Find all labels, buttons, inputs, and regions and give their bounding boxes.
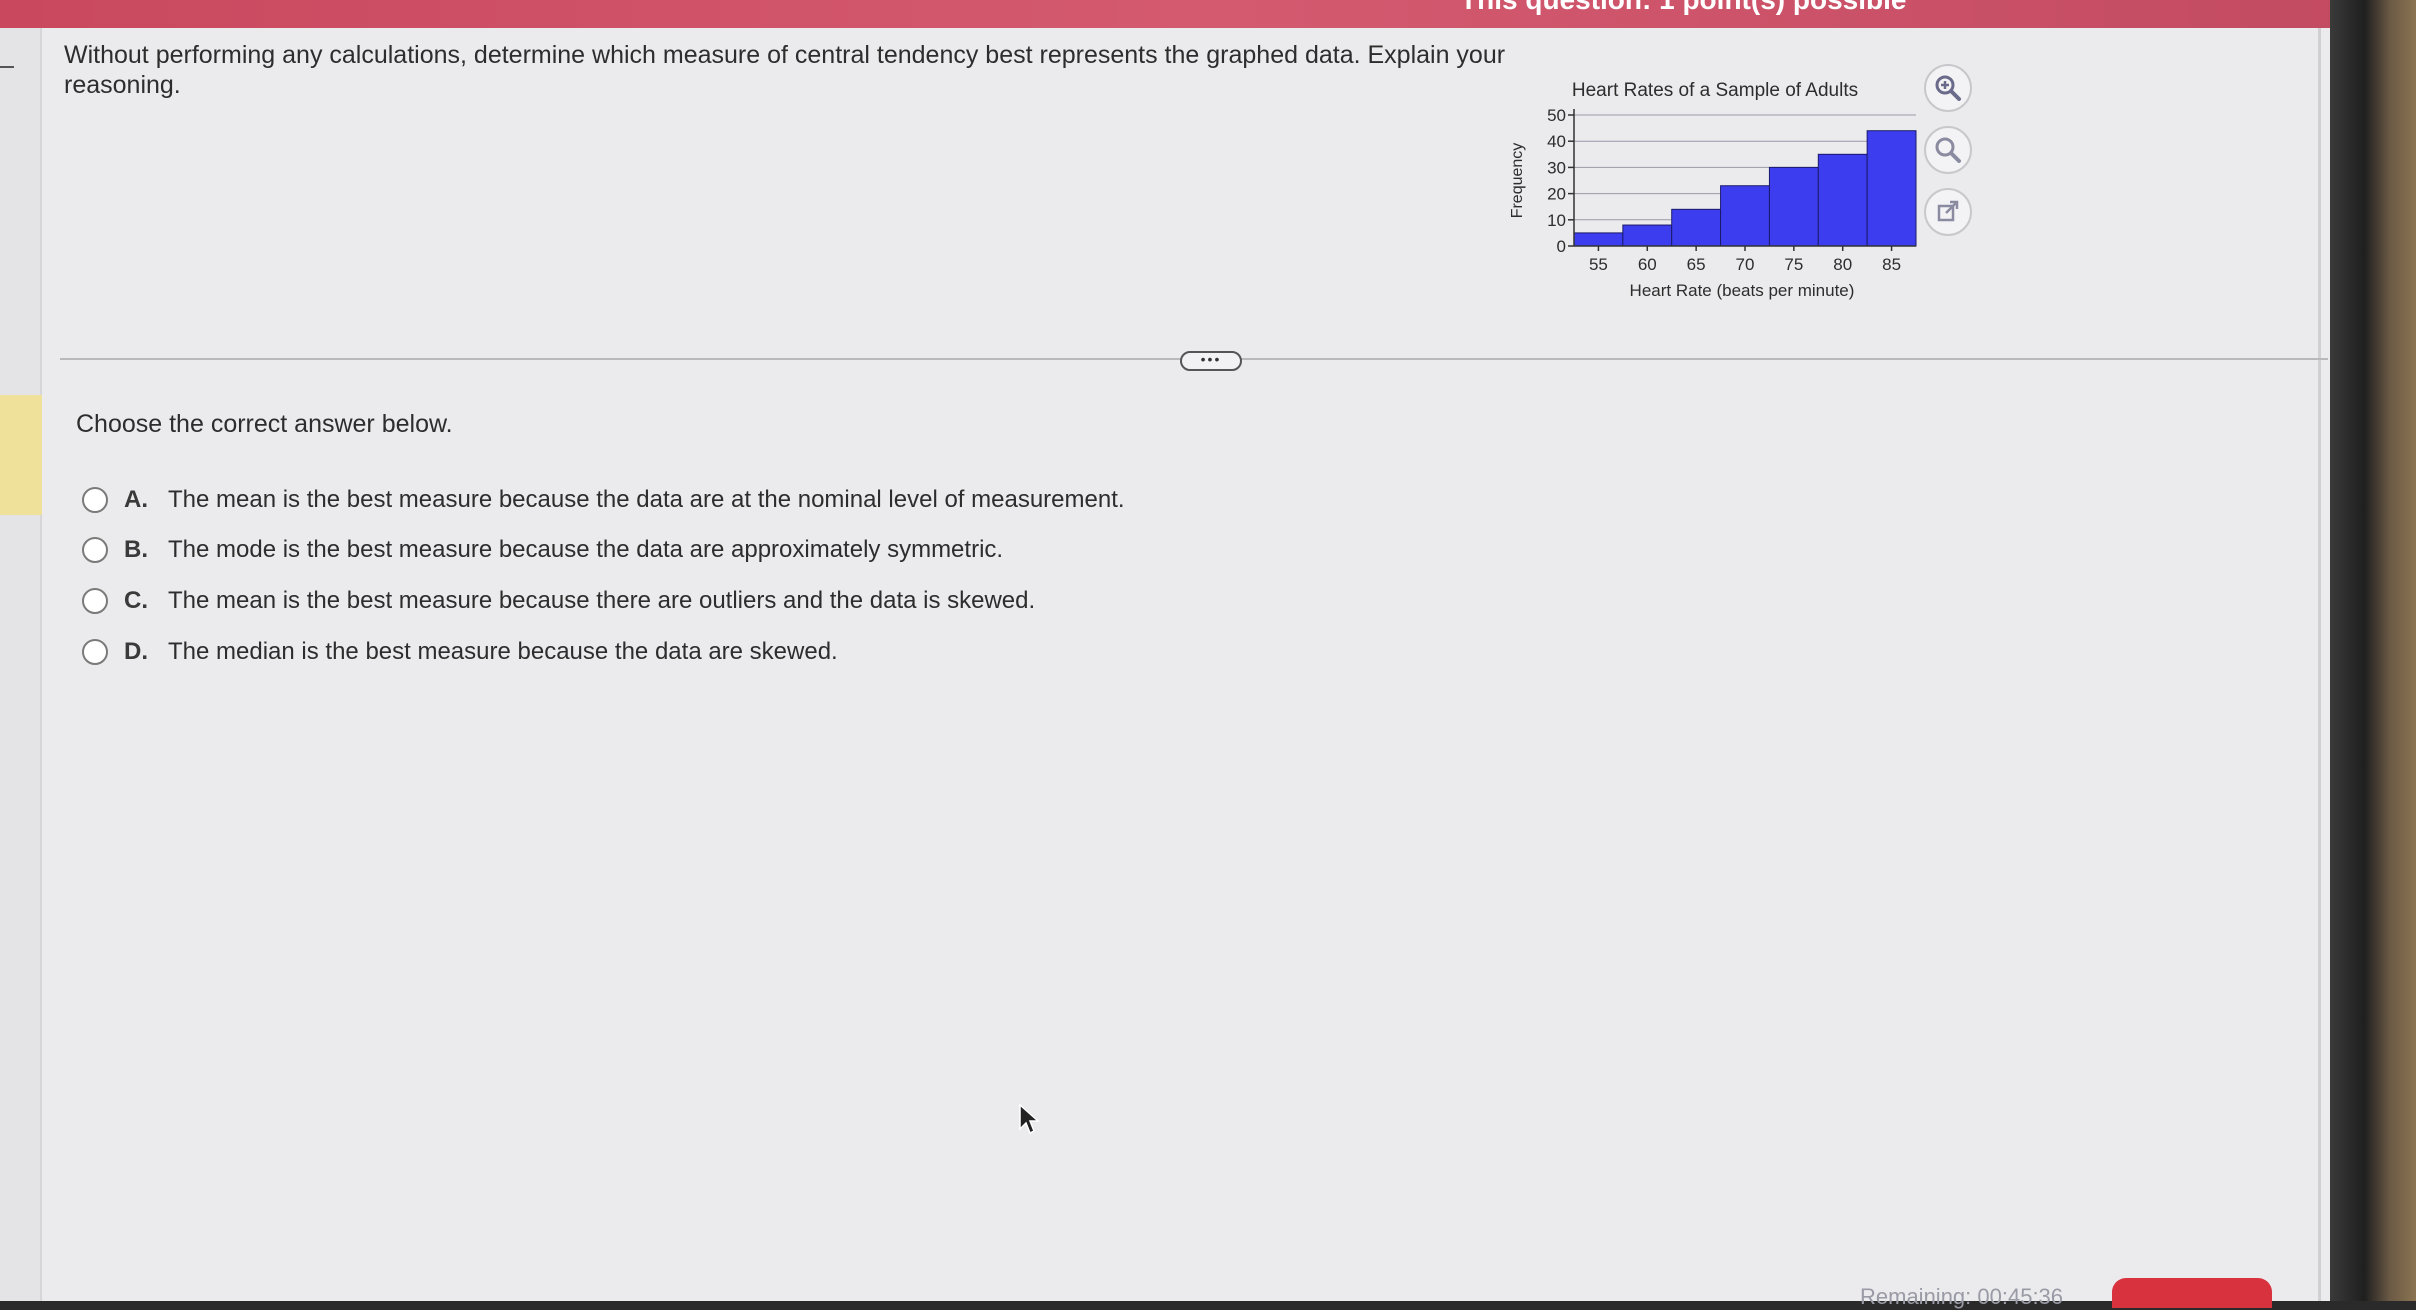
option-text: The mode is the best measure because the… (168, 536, 1004, 563)
histogram-bar (1573, 232, 1624, 247)
open-new-window-button[interactable] (1924, 188, 1972, 236)
histogram-bar (1622, 224, 1673, 247)
radio-button[interactable] (82, 639, 108, 665)
bars (1573, 130, 1917, 247)
x-tick-label: 60 (1638, 255, 1657, 274)
histogram-bar (1671, 208, 1722, 247)
y-tick-label: 10 (1547, 211, 1566, 230)
panel-edge (2318, 28, 2321, 1301)
y-tick-label: 40 (1547, 132, 1566, 151)
x-tick-label: 85 (1882, 255, 1901, 274)
option-letter: B. (124, 536, 148, 563)
magnifier-button[interactable] (1924, 126, 1972, 174)
mouse-cursor-icon (1019, 1103, 1040, 1135)
device-bezel (2330, 0, 2416, 1301)
option-text: The mean is the best measure because the… (168, 486, 1125, 513)
histogram-bar (1866, 130, 1917, 247)
question-text: Without performing any calculations, det… (64, 41, 1506, 99)
option-letter: A. (124, 486, 148, 513)
header-title: This question: 1 point(s) possible (1460, 0, 1906, 16)
radio-button[interactable] (82, 487, 108, 513)
y-tick-label: 30 (1547, 158, 1566, 177)
sidebar-dash (0, 66, 14, 68)
timer-text: Remaining: 00:45:36 (1860, 1284, 2064, 1309)
option-b[interactable]: B. The mode is the best measure because … (82, 536, 1003, 564)
left-sidebar-strip (0, 28, 42, 1301)
x-tick-label: 75 (1784, 255, 1803, 274)
histogram-bar (1817, 153, 1868, 247)
y-tick-label: 0 (1557, 237, 1566, 256)
x-tick-label: 70 (1736, 255, 1755, 274)
histogram-bar (1720, 185, 1770, 247)
next-button[interactable] (2112, 1278, 2272, 1308)
histogram-chart: Heart Rates of a Sample of Adults Freque… (1500, 68, 1940, 318)
y-axis-label: Frequency (1509, 143, 1526, 219)
y-tick-label: 20 (1547, 185, 1566, 204)
radio-button[interactable] (82, 588, 108, 614)
y-tick-label: 50 (1547, 106, 1566, 125)
option-letter: D. (124, 638, 148, 665)
x-axis-label: Heart Rate (beats per minute) (1630, 281, 1855, 300)
x-tick-label: 55 (1589, 255, 1608, 274)
chart-title: Heart Rates of a Sample of Adults (1572, 80, 1858, 101)
option-d[interactable]: D. The median is the best measure becaus… (82, 638, 838, 666)
x-tick-label: 65 (1687, 255, 1706, 274)
option-letter: C. (124, 587, 148, 614)
zoom-in-icon (1935, 75, 1961, 101)
zoom-in-button[interactable] (1924, 64, 1972, 112)
option-c[interactable]: C. The mean is the best measure because … (82, 587, 1035, 615)
radio-button[interactable] (82, 537, 108, 563)
magnifier-icon (1935, 137, 1961, 163)
current-question-marker[interactable] (0, 395, 42, 515)
answer-prompt: Choose the correct answer below. (76, 410, 453, 438)
expand-collapse-handle[interactable]: ••• (1180, 351, 1242, 371)
option-a[interactable]: A. The mean is the best measure because … (82, 486, 1125, 514)
histogram-svg: Heart Rates of a Sample of Adults Freque… (1509, 80, 1917, 300)
option-text: The mean is the best measure because the… (168, 587, 1036, 614)
x-tick-label: 80 (1833, 255, 1852, 274)
option-text: The median is the best measure because t… (168, 638, 838, 665)
histogram-bar (1768, 166, 1819, 247)
external-link-icon (1937, 200, 1959, 222)
